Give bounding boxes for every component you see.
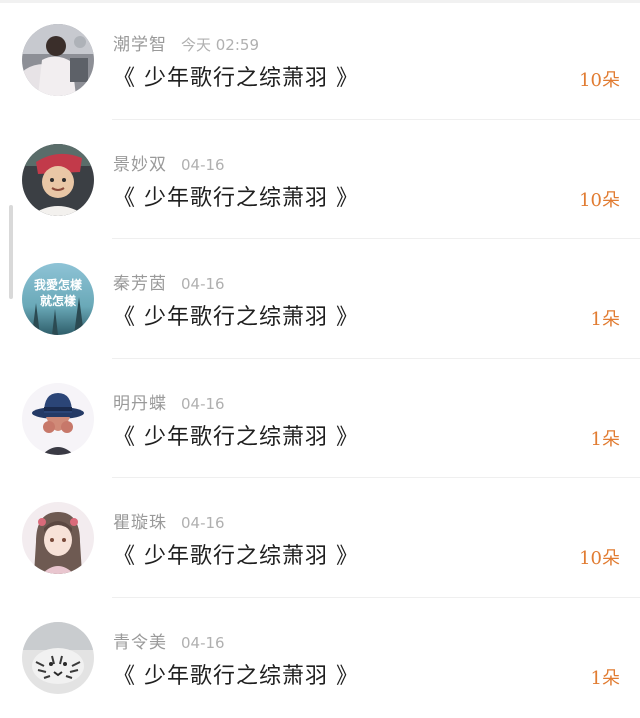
send-time: 04-16: [181, 514, 225, 533]
list-item[interactable]: 我愛怎樣 就怎樣 秦芳茵 04-16 《 少年歌行之综萧羽 》 1朵: [0, 239, 640, 359]
sender-name: 青令美: [113, 633, 167, 653]
avatar[interactable]: 我愛怎樣 就怎樣: [22, 263, 94, 336]
book-title[interactable]: 《 少年歌行之综萧羽 》: [113, 538, 359, 570]
list-item[interactable]: 瞿璇珠 04-16 《 少年歌行之综萧羽 》 10朵: [0, 478, 640, 598]
hat-figure-icon: [22, 382, 94, 455]
sender-meta: 明丹蝶 04-16: [113, 389, 225, 414]
avatar[interactable]: [22, 143, 94, 216]
sender-meta: 青令美 04-16: [113, 628, 225, 653]
book-title[interactable]: 《 少年歌行之综萧羽 》: [113, 419, 359, 451]
photo-child-icon: [22, 143, 94, 216]
sender-meta: 秦芳茵 04-16: [113, 269, 225, 294]
send-time: 今天 02:59: [181, 36, 259, 54]
avatar[interactable]: [22, 382, 94, 455]
flower-count: 10朵: [579, 70, 620, 91]
list-item[interactable]: 明丹蝶 04-16 《 少年歌行之综萧羽 》 1朵: [0, 359, 640, 479]
avatar[interactable]: [22, 622, 94, 694]
send-time: 04-16: [181, 275, 225, 294]
sender-name: 景妙双: [113, 154, 167, 175]
book-title[interactable]: 《 少年歌行之综萧羽 》: [113, 658, 359, 690]
list-item[interactable]: 潮学智 今天 02:59 《 少年歌行之综萧羽 》 10朵: [0, 0, 640, 120]
send-time: 04-16: [181, 634, 225, 652]
sender-meta: 瞿璇珠 04-16: [113, 508, 225, 533]
send-time: 04-16: [181, 155, 225, 174]
avatar[interactable]: [22, 24, 94, 96]
sender-meta: 景妙双 04-16: [113, 150, 225, 175]
book-title[interactable]: 《 少年歌行之综萧羽 》: [113, 299, 359, 331]
photo-girl-icon: [22, 24, 94, 96]
list-item[interactable]: 景妙双 04-16 《 少年歌行之综萧羽 》 10朵: [0, 120, 640, 240]
scrollbar[interactable]: [9, 205, 13, 299]
flower-count: 1朵: [590, 309, 620, 331]
avatar-text-line2: 就怎樣: [40, 293, 77, 308]
text-avatar-icon: 我愛怎樣 就怎樣: [22, 263, 94, 336]
avatar-text-line1: 我愛怎樣: [34, 277, 83, 292]
flower-count: 10朵: [579, 189, 620, 211]
flower-count: 1朵: [590, 668, 620, 689]
sender-name: 明丹蝶: [113, 393, 167, 414]
sender-name: 秦芳茵: [113, 274, 167, 295]
book-title[interactable]: 《 少年歌行之综萧羽 》: [113, 180, 359, 212]
flower-count: 1朵: [590, 428, 620, 450]
flower-count: 10朵: [579, 548, 620, 570]
sender-name: 潮学智: [113, 35, 167, 55]
book-title[interactable]: 《 少年歌行之综萧羽 》: [113, 60, 359, 92]
tiger-icon: [22, 622, 94, 694]
list-item[interactable]: 青令美 04-16 《 少年歌行之综萧羽 》 1朵: [0, 598, 640, 718]
anime-girl-icon: [22, 502, 94, 575]
gift-record-list: 潮学智 今天 02:59 《 少年歌行之综萧羽 》 10朵 景妙双 04-16 《 …: [0, 0, 640, 712]
avatar[interactable]: [22, 502, 94, 575]
sender-name: 瞿璇珠: [113, 513, 167, 534]
send-time: 04-16: [181, 394, 225, 413]
sender-meta: 潮学智 今天 02:59: [113, 30, 259, 55]
